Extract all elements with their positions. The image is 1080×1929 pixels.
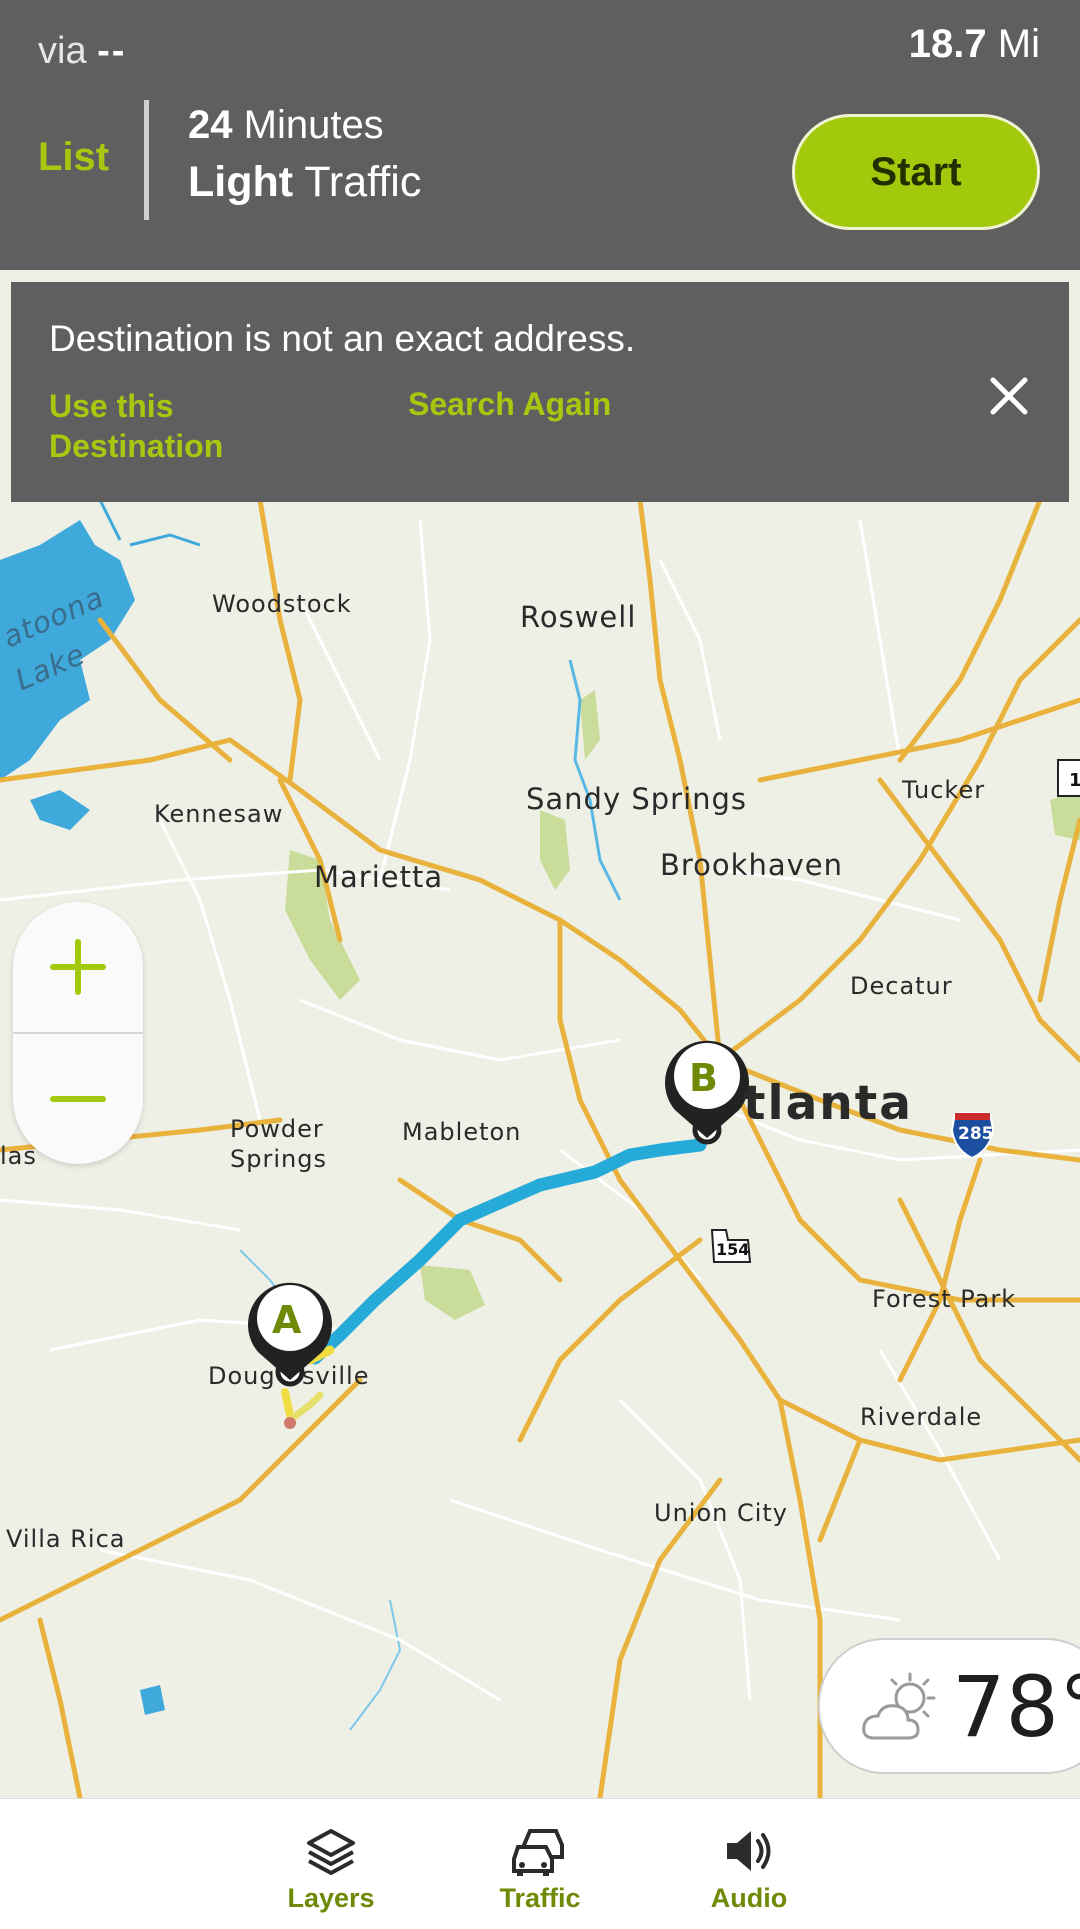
traffic-cars-icon bbox=[512, 1829, 564, 1876]
distance-value: 18.7 bbox=[908, 22, 987, 66]
place-tucker: Tucker bbox=[902, 776, 986, 804]
place-union-city: Union City bbox=[654, 1499, 789, 1527]
via-value: -- bbox=[97, 30, 127, 72]
place-brookhaven: Brookhaven bbox=[660, 848, 843, 882]
eta-value: 24 bbox=[188, 103, 233, 147]
place-kennesaw: Kennesaw bbox=[154, 800, 284, 828]
traffic-word: Traffic bbox=[304, 158, 422, 206]
partly-cloudy-icon bbox=[862, 1672, 936, 1740]
route-summary-header: via -- 18.7 Mi List 24 Minutes Light Tra… bbox=[0, 0, 1080, 270]
list-button[interactable]: List bbox=[38, 135, 109, 180]
place-douglasville: Doug bbox=[208, 1362, 276, 1390]
eta-text: 24 Minutes bbox=[188, 103, 384, 148]
place-atlanta: tlanta bbox=[743, 1076, 913, 1131]
place-sandy-springs: Sandy Springs bbox=[526, 782, 748, 816]
zoom-control bbox=[13, 902, 143, 1164]
place-powder-springs-2: Springs bbox=[230, 1145, 327, 1173]
destination-notice: Destination is not an exact address. Use… bbox=[11, 282, 1069, 502]
origin-marker-label: A bbox=[272, 1298, 302, 1342]
zoom-out-button[interactable] bbox=[13, 1034, 143, 1164]
place-douglasville-2: sville bbox=[302, 1362, 370, 1390]
speaker-icon bbox=[727, 1831, 771, 1871]
close-notice-button[interactable] bbox=[987, 374, 1031, 418]
place-mableton: Mableton bbox=[402, 1118, 522, 1146]
place-roswell: Roswell bbox=[520, 600, 637, 634]
tab-audio-label: Audio bbox=[710, 1883, 788, 1913]
via-route-text: via -- bbox=[38, 30, 126, 73]
place-riverdale: Riverdale bbox=[860, 1403, 983, 1431]
eta-unit: Minutes bbox=[243, 103, 384, 147]
place-forest-park: Forest Park bbox=[872, 1285, 1017, 1313]
distance-unit: Mi bbox=[997, 22, 1040, 66]
place-villa-rica: Villa Rica bbox=[6, 1525, 126, 1553]
weather-temperature: 78° bbox=[952, 1658, 1080, 1756]
weather-widget[interactable]: 78° bbox=[818, 1638, 1080, 1774]
bottom-toolbar: Layers Traffic Audio bbox=[0, 1798, 1080, 1929]
notice-message: Destination is not an exact address. bbox=[49, 318, 636, 359]
traffic-text: Light Traffic bbox=[188, 158, 421, 207]
header-divider bbox=[144, 100, 149, 220]
via-prefix: via bbox=[38, 30, 87, 72]
plus-icon bbox=[50, 939, 106, 995]
place-powder-springs: Powder bbox=[230, 1115, 324, 1143]
traffic-level: Light bbox=[188, 158, 294, 206]
place-woodstock: Woodstock bbox=[212, 590, 352, 618]
place-marietta: Marietta bbox=[314, 860, 444, 894]
tab-traffic[interactable]: Traffic bbox=[465, 1799, 615, 1929]
route-distance: 18.7 Mi bbox=[909, 22, 1040, 67]
minus-icon bbox=[50, 1096, 106, 1102]
close-icon bbox=[990, 377, 1028, 415]
tab-layers[interactable]: Layers bbox=[256, 1799, 406, 1929]
tab-audio[interactable]: Audio bbox=[674, 1799, 824, 1929]
start-button[interactable]: Start bbox=[792, 114, 1040, 230]
use-this-destination-button[interactable]: Use this Destination bbox=[49, 386, 289, 466]
state-route-shield-number: 154 bbox=[716, 1240, 750, 1259]
search-again-button[interactable]: Search Again bbox=[408, 386, 611, 423]
tab-traffic-label: Traffic bbox=[499, 1883, 581, 1913]
place-decatur: Decatur bbox=[850, 972, 953, 1000]
interstate-shield-number: 285 bbox=[958, 1124, 994, 1144]
layers-icon bbox=[307, 1829, 355, 1875]
tab-layers-label: Layers bbox=[287, 1883, 375, 1913]
destination-marker-label: B bbox=[689, 1056, 718, 1100]
edge-shield-number: 1 bbox=[1069, 770, 1080, 791]
zoom-in-button[interactable] bbox=[13, 902, 143, 1032]
